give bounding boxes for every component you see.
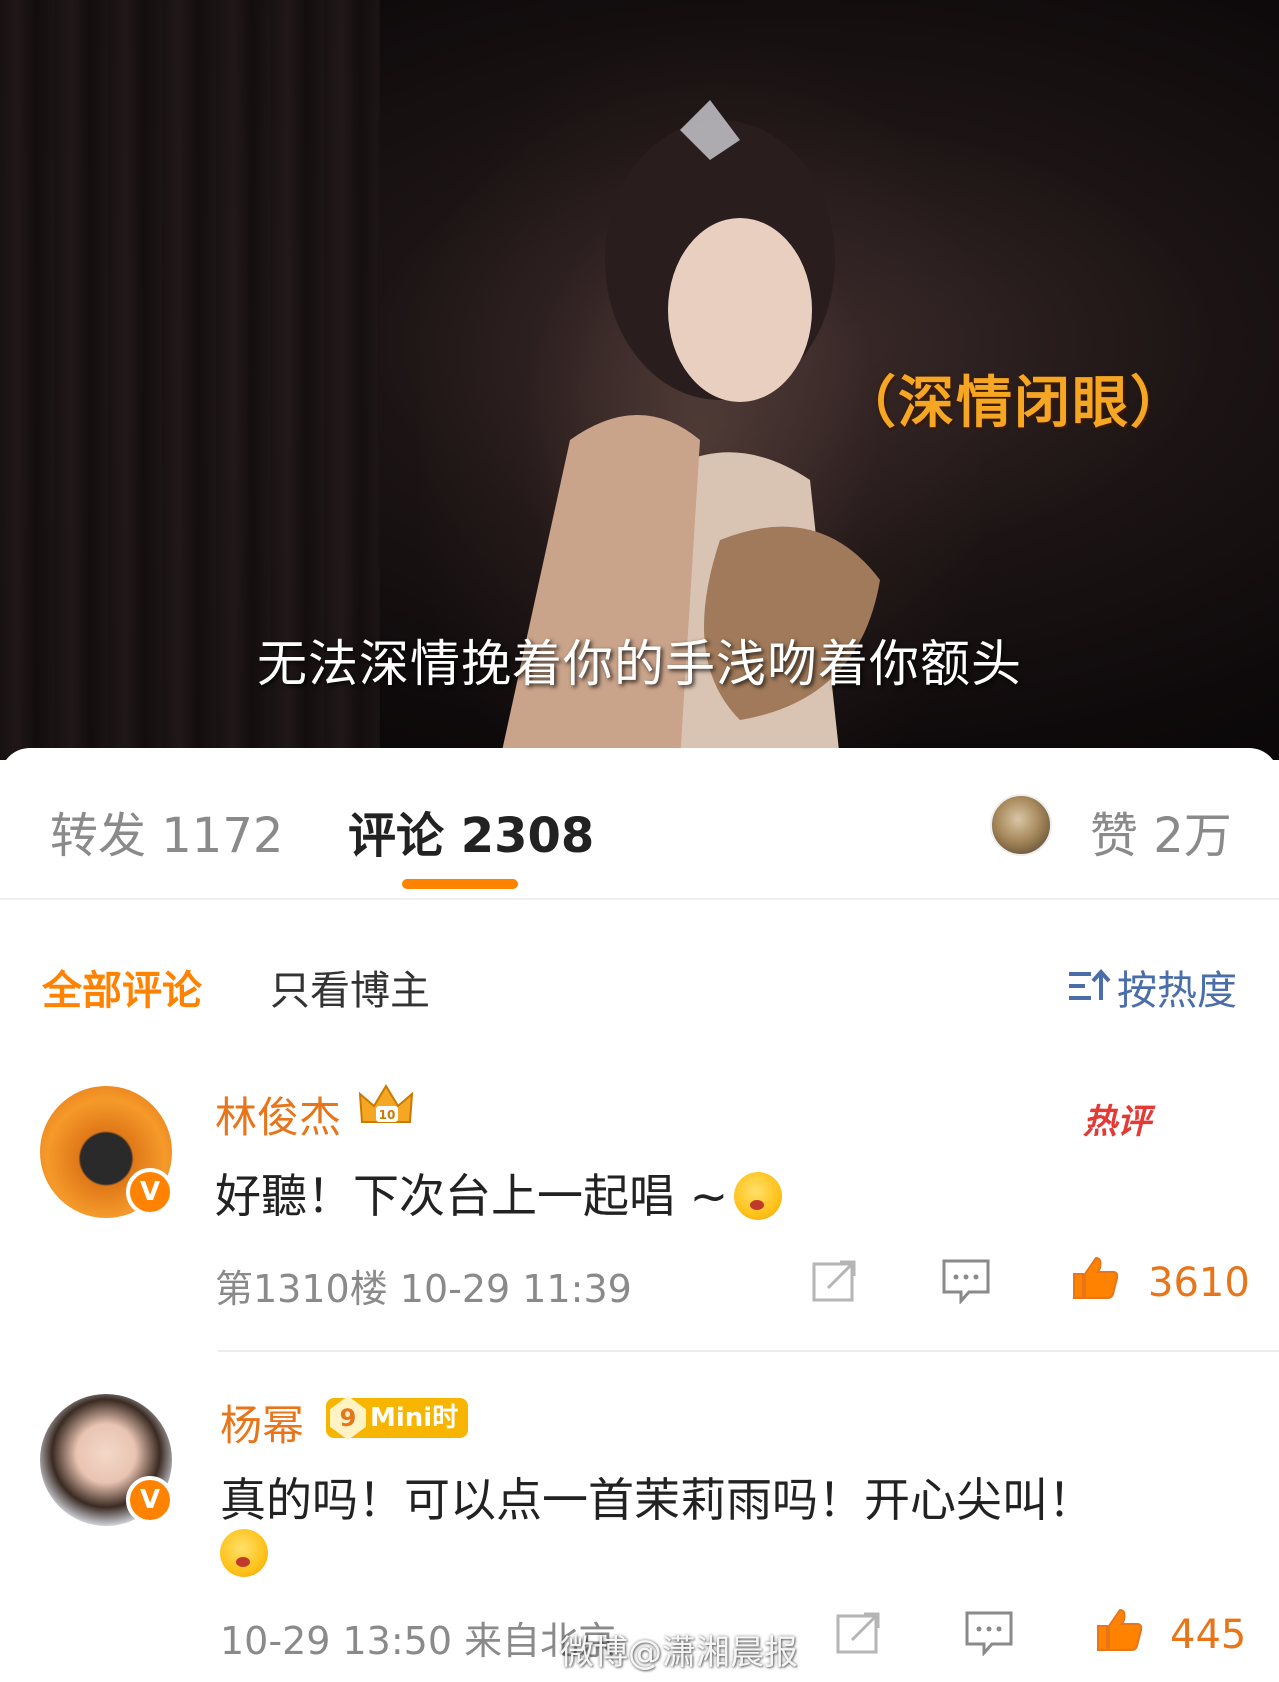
sort-label: 按热度 — [1117, 968, 1237, 1014]
video-frame[interactable]: （深情闭眼） 无法深情挽着你的手浅吻着你额头 — [0, 0, 1279, 760]
thumbs-up-icon[interactable] — [1070, 1254, 1120, 1300]
member-level: 9 — [330, 1396, 366, 1440]
weibo-watermark: 微博@潇湘晨报 — [560, 1633, 798, 1673]
crown-badge-icon: 10 — [358, 1084, 414, 1123]
tab-comments[interactable]: 评论 2308 — [348, 796, 594, 866]
comment-text: 好聽！下次台上一起唱 ~ — [215, 1160, 783, 1226]
filter-blogger-only[interactable]: 只看博主 — [270, 958, 430, 1016]
liker-avatar[interactable] — [990, 794, 1052, 856]
tab-likes[interactable]: 赞 2万 — [1090, 796, 1232, 866]
blushing-face-icon — [734, 1172, 783, 1220]
comment-text-content: 好聽！下次台上一起唱 ~ — [215, 1169, 729, 1223]
video-caption-tag: （深情闭眼） — [840, 371, 1188, 436]
hot-comment-tag: 热评 — [1083, 1102, 1151, 1142]
share-icon[interactable] — [834, 1610, 884, 1656]
reply-icon[interactable] — [964, 1610, 1014, 1656]
commenter-avatar[interactable]: V — [40, 1394, 174, 1526]
verified-v-icon: V — [126, 1476, 174, 1524]
commenter-avatar[interactable]: V — [40, 1086, 174, 1218]
member-badge-label: Mini时 — [370, 1403, 459, 1433]
tab-repost[interactable]: 转发 1172 — [50, 796, 283, 866]
svg-text:10: 10 — [379, 1108, 396, 1122]
comment-text: 真的吗！可以点一首茉莉雨吗！开心尖叫！ — [220, 1473, 1094, 1527]
commenter-name[interactable]: 林俊杰 — [215, 1084, 341, 1145]
sort-by-hot-button[interactable]: 按热度 — [1067, 958, 1237, 1016]
like-count: 445 — [1170, 1612, 1247, 1658]
comment-divider — [218, 1350, 1279, 1352]
active-tab-indicator — [402, 879, 518, 889]
comment-meta: 第1310楼 10-29 11:39 — [215, 1267, 632, 1311]
like-count: 3610 — [1148, 1260, 1250, 1306]
comment-meta: 10-29 13:50 来自北京 — [220, 1619, 617, 1663]
filter-all-comments[interactable]: 全部评论 — [42, 958, 202, 1016]
verified-v-icon: V — [126, 1168, 174, 1216]
laughing-face-icon — [220, 1529, 268, 1577]
reply-icon[interactable] — [941, 1258, 991, 1304]
tab-divider — [0, 898, 1279, 900]
share-icon[interactable] — [810, 1258, 860, 1304]
comment-text-line2 — [220, 1526, 268, 1580]
thumbs-up-icon[interactable] — [1094, 1606, 1144, 1652]
video-subtitle: 无法深情挽着你的手浅吻着你额头 — [257, 635, 1022, 693]
commenter-name[interactable]: 杨幂 — [220, 1392, 304, 1453]
comments-sheet: 转发 1172 评论 2308 赞 2万 全部评论 只看博主 按热度 V 林俊杰… — [0, 748, 1279, 1682]
sort-icon — [1069, 968, 1111, 1000]
post-tab-bar: 转发 1172 评论 2308 赞 2万 — [0, 748, 1279, 898]
weibo-post-page: （深情闭眼） 无法深情挽着你的手浅吻着你额头 转发 1172 评论 2308 赞… — [0, 0, 1279, 1682]
member-badge: 9 Mini时 — [326, 1396, 469, 1440]
